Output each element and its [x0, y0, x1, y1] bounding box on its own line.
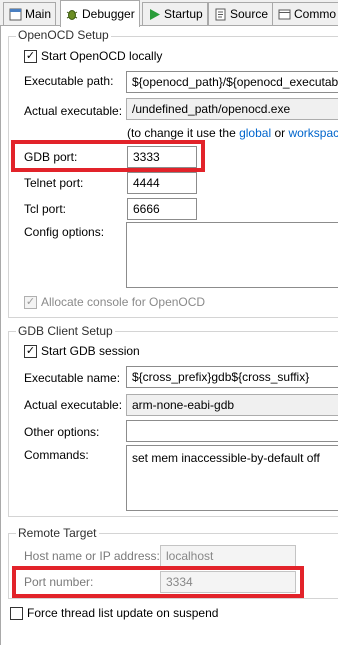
global-link[interactable]: global [239, 126, 271, 140]
startup-play-icon [147, 7, 161, 21]
tab-label: Source [230, 7, 269, 21]
telnet-port-label: Telnet port: [24, 176, 84, 190]
start-gdb-session-label: Start GDB session [41, 344, 140, 358]
exec-path-label: Executable path: [24, 74, 114, 88]
config-options-field[interactable] [126, 222, 338, 288]
exec-path-field[interactable]: ${openocd_path}/${openocd_executab [126, 71, 338, 93]
hint-prefix: (to change it use the [127, 126, 240, 140]
debugger-tab-icon [65, 7, 79, 21]
force-thread-update-checkbox[interactable]: Force thread list update on suspend [10, 606, 218, 620]
hint-mid: or [271, 126, 289, 140]
common-tab-icon [277, 7, 291, 21]
start-openocd-label: Start OpenOCD locally [41, 49, 163, 63]
tab-debugger[interactable]: Debugger [60, 0, 140, 27]
workspace-link[interactable]: workspac [288, 126, 338, 140]
tab-label: Startup [164, 7, 203, 21]
checkbox-check-icon: ✓ [24, 295, 37, 309]
tcl-port-field[interactable]: 6666 [127, 198, 197, 220]
gdb-port-highlight [11, 140, 205, 172]
port-number-highlight [12, 566, 304, 598]
gdb-actual-exec-field: arm-none-eabi-gdb [126, 394, 338, 416]
main-tab-icon [8, 7, 22, 21]
actual-exec-label: Actual executable: [24, 104, 123, 118]
tab-label: Main [25, 7, 52, 21]
tab-source[interactable]: Source [208, 2, 274, 25]
force-thread-update-label: Force thread list update on suspend [27, 606, 219, 620]
telnet-port-field[interactable]: 4444 [127, 172, 197, 194]
tab-main[interactable]: Main [3, 2, 57, 25]
commands-label: Commands: [24, 448, 89, 462]
tab-startup[interactable]: Startup [142, 2, 208, 25]
other-options-label: Other options: [24, 425, 100, 439]
tab-label: Debugger [82, 7, 135, 21]
tab-bar: Main Debugger Startup Source Commo [0, 0, 338, 27]
exec-name-label: Executable name: [24, 371, 121, 385]
other-options-field[interactable] [126, 420, 338, 442]
openocd-group-title: OpenOCD Setup [16, 28, 111, 42]
start-openocd-checkbox[interactable]: ✓ Start OpenOCD locally [24, 49, 162, 63]
exec-name-field[interactable]: ${cross_prefix}gdb${cross_suffix} [126, 366, 338, 388]
remote-target-group-title: Remote Target [16, 526, 99, 540]
commands-field[interactable]: set mem inaccessible-by-default off [126, 445, 338, 511]
gdb-actual-exec-label: Actual executable: [24, 398, 123, 412]
source-tab-icon [213, 7, 227, 21]
change-hint: (to change it use the global or workspac [127, 126, 338, 140]
checkbox-check-icon: ✓ [24, 344, 37, 358]
host-field[interactable]: localhost [160, 545, 296, 567]
checkbox-empty-icon [10, 606, 23, 620]
start-gdb-session-checkbox[interactable]: ✓ Start GDB session [24, 344, 140, 358]
actual-exec-field: /undefined_path/openocd.exe [126, 98, 338, 120]
host-label: Host name or IP address: [24, 549, 160, 563]
allocate-console-label: Allocate console for OpenOCD [41, 295, 206, 309]
tab-common[interactable]: Commo [272, 2, 338, 25]
gdb-client-group-title: GDB Client Setup [16, 324, 115, 338]
tcl-port-label: Tcl port: [24, 202, 67, 216]
checkbox-check-icon: ✓ [24, 49, 37, 63]
tab-label: Commo [294, 7, 337, 21]
allocate-console-checkbox[interactable]: ✓ Allocate console for OpenOCD [24, 295, 205, 309]
config-options-label: Config options: [24, 225, 105, 239]
